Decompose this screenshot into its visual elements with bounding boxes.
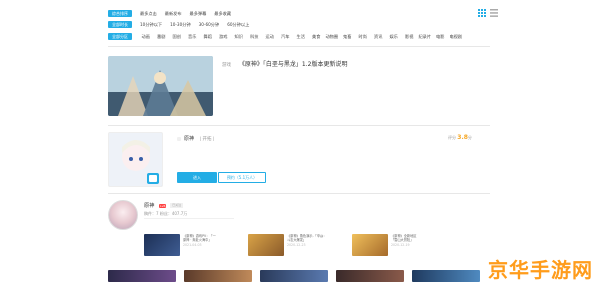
- sort-option[interactable]: 最多弹幕: [190, 11, 207, 17]
- category-option[interactable]: 电影: [433, 34, 449, 40]
- category-filter-selected[interactable]: 全部分区: [108, 33, 132, 40]
- user-video-text: 《原神》游戏PV：「一 原神 · 奔赴火海中」 2021-04-03: [183, 234, 241, 256]
- category-filter-row: 全部分区 动画 番剧 国创 音乐 舞蹈 游戏 知识 科技 运动 汽车 生活 美食 动物圈 鬼畜 时尚 资讯 娱乐…: [108, 32, 464, 41]
- user-video-thumbnail[interactable]: [248, 234, 284, 256]
- user-video-thumbnail[interactable]: [352, 234, 388, 256]
- more-results-strip: [108, 270, 480, 282]
- avatar[interactable]: [108, 200, 138, 230]
- sort-filter-row: 综合排序 最多点击 最新发布 最多弹幕 最多收藏: [108, 9, 231, 18]
- duration-option[interactable]: 10-30分钟: [170, 22, 191, 28]
- user-video-date: 2020-12-19: [391, 242, 410, 247]
- category-option[interactable]: 番剧: [154, 34, 170, 40]
- category-option[interactable]: 娱乐: [386, 34, 402, 40]
- category-option[interactable]: 美食: [309, 34, 325, 40]
- user-video-date: 2020-12-23: [287, 242, 306, 247]
- duration-option[interactable]: 60分钟以上: [227, 22, 249, 28]
- video-thumbnail[interactable]: [108, 56, 213, 116]
- list-view-icon[interactable]: [490, 9, 498, 17]
- category-option[interactable]: 知识: [231, 34, 247, 40]
- category-option[interactable]: 电视剧: [448, 34, 464, 40]
- user-name-line: 原神 Lv6 已关注: [144, 202, 184, 209]
- category-option[interactable]: 游戏: [216, 34, 232, 40]
- category-options: 动画 番剧 国创 音乐 舞蹈 游戏 知识 科技 运动 汽车 生活 美食 动物圈 鬼畜 时尚 资讯 娱乐 影视 纪录片…: [138, 34, 464, 40]
- category-option[interactable]: 鬼畜: [340, 34, 356, 40]
- game-tagline: | 开拓 |: [199, 137, 215, 142]
- result-divider: [108, 125, 490, 126]
- category-option[interactable]: 资讯: [371, 34, 387, 40]
- category-option[interactable]: 舞蹈: [200, 34, 216, 40]
- category-option[interactable]: 汽车: [278, 34, 294, 40]
- result-thumbnail[interactable]: [412, 270, 480, 282]
- filter-divider: [108, 46, 490, 47]
- video-title-line[interactable]: 游戏 《原神》「白垩与黑龙」1.2版本更新说明: [222, 59, 347, 68]
- game-icon-image[interactable]: [108, 132, 163, 187]
- follow-status[interactable]: 已关注: [170, 203, 184, 208]
- view-toggle: [478, 9, 498, 17]
- grid-view-icon[interactable]: [478, 9, 486, 17]
- sort-option[interactable]: 最多点击: [140, 11, 157, 17]
- user-video-item[interactable]: 《原神》角色演示-「辛焱： 斗志大爆发」 2020-12-23: [248, 234, 346, 256]
- watermark-logo: 京华手游网: [488, 258, 593, 282]
- category-option[interactable]: 音乐: [185, 34, 201, 40]
- reserve-game-button[interactable]: 预约（5.1万人）: [218, 172, 266, 183]
- game-icon-art: [109, 133, 162, 186]
- user-video-text: 《原神》角色演示-「辛焱： 斗志大爆发」 2020-12-23: [287, 234, 345, 256]
- score-value: 3.8: [457, 134, 468, 141]
- duration-option[interactable]: 30-60分钟: [199, 22, 220, 28]
- video-title[interactable]: 《原神》「白垩与黑龙」1.2版本更新说明: [239, 61, 348, 68]
- result-thumbnail[interactable]: [108, 270, 176, 282]
- result-thumbnail[interactable]: [336, 270, 404, 282]
- game-title-line: 原神 | 开拓 |: [177, 135, 215, 142]
- sort-filter-selected[interactable]: 综合排序: [108, 10, 132, 17]
- game-result-card: 原神 | 开拓 | 评分 3.8分 进入 预约（5.1万人）: [108, 132, 490, 192]
- category-option[interactable]: 动画: [138, 34, 154, 40]
- result-divider: [108, 193, 490, 194]
- category-option[interactable]: 国创: [169, 34, 185, 40]
- user-result-card: 原神 Lv6 已关注 稿件：7 粉丝：407.7万 《原神》游戏PV：「一 原神…: [108, 198, 490, 260]
- level-badge: Lv6: [159, 203, 167, 208]
- user-video-text: 《原神》全新地区 「雪山大冒险」 2020-12-19: [391, 234, 449, 256]
- game-score: 评分 3.8分: [448, 134, 472, 141]
- game-tag: [177, 137, 181, 141]
- video-category: 游戏: [222, 63, 231, 68]
- game-name[interactable]: 原神: [184, 136, 194, 142]
- sort-option[interactable]: 最多收藏: [214, 11, 231, 17]
- category-option[interactable]: 动物圈: [324, 34, 340, 40]
- sort-option[interactable]: 最新发布: [165, 11, 182, 17]
- score-label: 评分: [448, 135, 456, 140]
- duration-option[interactable]: 10分钟以下: [140, 22, 162, 28]
- duration-filter-row: 全部时长 10分钟以下 10-30分钟 30-60分钟 60分钟以上: [108, 20, 249, 29]
- user-stats: 稿件：7 粉丝：407.7万: [144, 211, 188, 216]
- enter-game-button[interactable]: 进入: [177, 172, 217, 183]
- result-thumbnail[interactable]: [260, 270, 328, 282]
- result-thumbnail[interactable]: [184, 270, 252, 282]
- user-video-thumbnail[interactable]: [144, 234, 180, 256]
- category-option[interactable]: 科技: [247, 34, 263, 40]
- category-option[interactable]: 影视: [402, 34, 418, 40]
- duration-filter-selected[interactable]: 全部时长: [108, 21, 132, 28]
- video-result-card[interactable]: 游戏 《原神》「白垩与黑龙」1.2版本更新说明: [108, 56, 490, 119]
- user-desc: [144, 218, 234, 219]
- category-option[interactable]: 生活: [293, 34, 309, 40]
- score-unit: 分: [467, 135, 472, 140]
- user-video-item[interactable]: 《原神》全新地区 「雪山大冒险」 2020-12-19: [352, 234, 450, 256]
- category-option[interactable]: 纪录片: [417, 34, 433, 40]
- user-name[interactable]: 原神: [144, 203, 154, 209]
- user-video-date: 2021-04-03: [183, 242, 202, 247]
- category-option[interactable]: 运动: [262, 34, 278, 40]
- category-option[interactable]: 时尚: [355, 34, 371, 40]
- video-thumbnail-art: [108, 56, 213, 116]
- user-videos: 《原神》游戏PV：「一 原神 · 奔赴火海中」 2021-04-03 《原神》角…: [144, 234, 450, 256]
- user-video-item[interactable]: 《原神》游戏PV：「一 原神 · 奔赴火海中」 2021-04-03: [144, 234, 242, 256]
